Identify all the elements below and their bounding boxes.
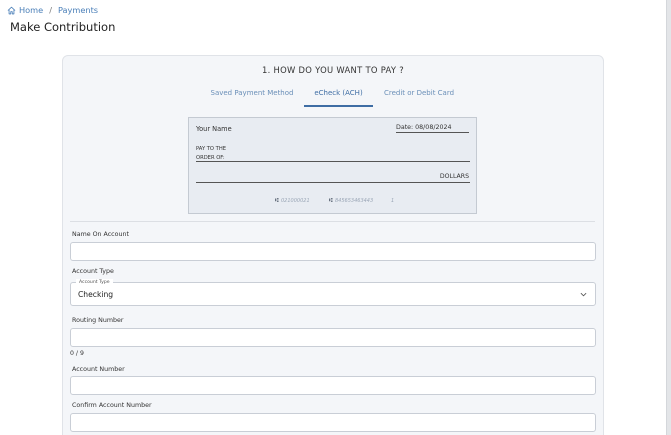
breadcrumb-home-link[interactable]: Home [19, 5, 43, 15]
account-type-value: Checking [78, 290, 114, 299]
routing-symbol-icon: ⑆ [275, 197, 279, 204]
check-account-number: 845653463443 [335, 198, 374, 204]
account-number-label: Account Number [72, 366, 125, 373]
window-scroll-edge [666, 0, 671, 435]
breadcrumb-payments-link[interactable]: Payments [58, 5, 98, 15]
check-your-name: Your Name [196, 125, 232, 133]
account-type-legend: Account Type [76, 279, 113, 286]
name-on-account-label: Name On Account [72, 231, 129, 238]
check-amount-line [196, 182, 470, 183]
account-symbol-icon: ⑆ [329, 197, 333, 204]
chevron-down-icon [580, 292, 587, 297]
tab-credit-debit-card[interactable]: Credit or Debit Card [373, 86, 465, 107]
check-payee-line [196, 161, 470, 162]
breadcrumb-separator: / [49, 5, 52, 15]
check-number: 1 [391, 198, 395, 204]
account-number-input[interactable] [70, 376, 596, 395]
tab-echeck-ach[interactable]: eCheck (ACH) [304, 86, 373, 107]
check-pay-to-label: PAY TO THE ORDER OF: [196, 145, 226, 162]
check-date: Date: 08/08/2024 [396, 124, 469, 133]
routing-number-counter: 0 / 9 [70, 350, 84, 357]
check-routing-number: 021000021 [281, 198, 310, 204]
home-icon[interactable] [7, 6, 16, 15]
page-title: Make Contribution [10, 20, 116, 34]
account-type-select[interactable]: Account Type Checking [70, 279, 596, 306]
payment-method-tabs: Saved Payment Method eCheck (ACH) Credit… [200, 86, 465, 108]
section-divider [70, 221, 595, 222]
confirm-account-number-label: Confirm Account Number [72, 402, 152, 409]
routing-number-label: Routing Number [72, 317, 124, 324]
check-pay-to-line1: PAY TO THE [196, 146, 227, 152]
routing-number-input[interactable] [70, 328, 596, 347]
confirm-account-number-input[interactable] [70, 413, 596, 432]
name-on-account-input[interactable] [70, 242, 596, 261]
breadcrumb: Home / Payments [7, 4, 98, 16]
check-dollars-label: DOLLARS [439, 173, 469, 180]
check-illustration: Your Name Date: 08/08/2024 PAY TO THE OR… [188, 117, 477, 214]
step-title: 1. HOW DO YOU WANT TO PAY ? [261, 65, 405, 75]
tab-saved-payment-method[interactable]: Saved Payment Method [200, 86, 304, 107]
account-type-label: Account Type [72, 268, 114, 275]
